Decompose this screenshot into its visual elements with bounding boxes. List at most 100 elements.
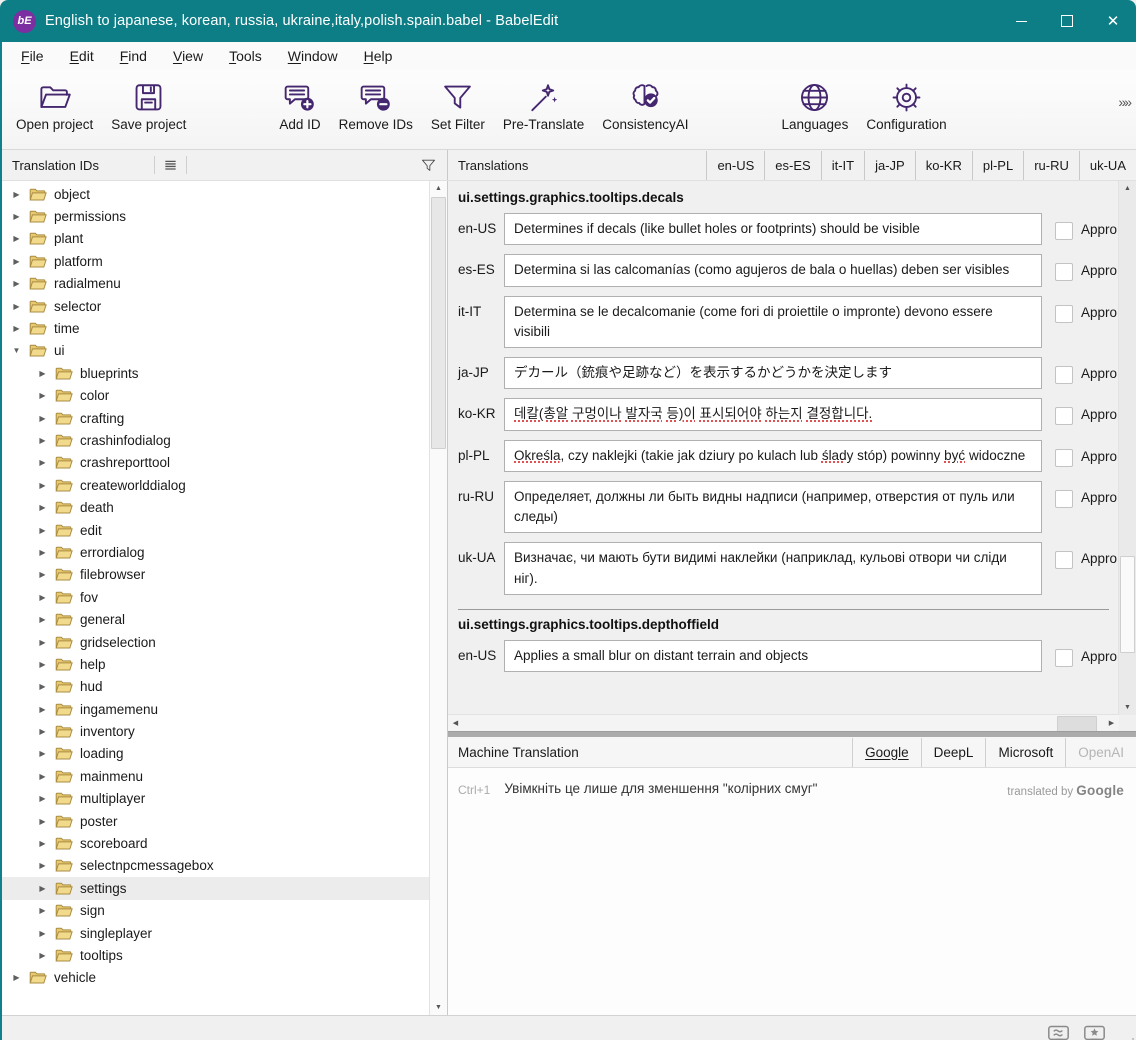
expand-arrow-icon[interactable]: ▶ bbox=[36, 458, 49, 467]
tree-item-filebrowser[interactable]: ▶filebrowser bbox=[0, 564, 430, 586]
tree-item-edit[interactable]: ▶edit bbox=[0, 519, 430, 541]
translation-input-en-us[interactable]: Applies a small blur on distant terrain … bbox=[504, 640, 1042, 672]
expand-arrow-icon[interactable]: ▶ bbox=[10, 279, 23, 288]
expand-arrow-icon[interactable]: ▶ bbox=[36, 436, 49, 445]
tree-item-general[interactable]: ▶general bbox=[0, 608, 430, 630]
mt-suggestion-text[interactable]: Увімкніть це лише для зменшення "колірни… bbox=[504, 781, 1007, 796]
approved-checkbox[interactable] bbox=[1055, 305, 1073, 323]
tree-item-selector[interactable]: ▶selector bbox=[0, 295, 430, 317]
approved-checkbox[interactable] bbox=[1055, 551, 1073, 569]
expand-arrow-icon[interactable]: ▶ bbox=[36, 638, 49, 647]
expand-arrow-icon[interactable]: ▶ bbox=[36, 503, 49, 512]
scroll-down-arrow-icon[interactable]: ▼ bbox=[1119, 700, 1136, 715]
language-tab-uk-ua[interactable]: uk-UA bbox=[1079, 151, 1136, 180]
scroll-left-arrow-icon[interactable]: ◀ bbox=[448, 715, 463, 731]
expand-arrow-icon[interactable]: ▶ bbox=[36, 794, 49, 803]
expand-arrow-icon[interactable]: ▶ bbox=[36, 727, 49, 736]
approved-checkbox[interactable] bbox=[1055, 222, 1073, 240]
tree-vertical-scrollbar[interactable]: ▲ ▼ bbox=[429, 181, 447, 1015]
approved-checkbox[interactable] bbox=[1055, 490, 1073, 508]
provider-tab-google[interactable]: Google bbox=[852, 738, 921, 767]
consistencyai-button[interactable]: ConsistencyAI bbox=[602, 78, 688, 132]
tree-item-loading[interactable]: ▶loading bbox=[0, 743, 430, 765]
expand-arrow-icon[interactable]: ▶ bbox=[10, 234, 23, 243]
language-tab-ko-kr[interactable]: ko-KR bbox=[915, 151, 972, 180]
expand-arrow-icon[interactable]: ▶ bbox=[36, 906, 49, 915]
feedback-icon[interactable] bbox=[1046, 1023, 1071, 1040]
expand-arrow-icon[interactable]: ▶ bbox=[36, 615, 49, 624]
tree-item-crashinfodialog[interactable]: ▶crashinfodialog bbox=[0, 429, 430, 451]
menu-item-tools[interactable]: Tools bbox=[216, 44, 275, 68]
tree-item-ingamemenu[interactable]: ▶ingamemenu bbox=[0, 698, 430, 720]
tree-item-blueprints[interactable]: ▶blueprints bbox=[0, 362, 430, 384]
menu-item-file[interactable]: File bbox=[8, 44, 57, 68]
scroll-right-arrow-icon[interactable]: ▶ bbox=[1104, 715, 1119, 731]
translation-input-it-it[interactable]: Determina se le decalcomanie (come fori … bbox=[504, 296, 1042, 349]
provider-tab-microsoft[interactable]: Microsoft bbox=[985, 738, 1065, 767]
language-tab-ja-jp[interactable]: ja-JP bbox=[864, 151, 915, 180]
translations-horizontal-scrollbar[interactable]: ◀ ▶ bbox=[448, 714, 1119, 731]
tree-item-fov[interactable]: ▶fov bbox=[0, 586, 430, 608]
translation-input-es-es[interactable]: Determina si las calcomanías (como aguje… bbox=[504, 254, 1042, 286]
tree-item-time[interactable]: ▶time bbox=[0, 317, 430, 339]
translation-input-uk-ua[interactable]: Визначає, чи мають бути видимі наклейки … bbox=[504, 542, 1042, 595]
expand-arrow-icon[interactable]: ▶ bbox=[36, 369, 49, 378]
expand-arrow-icon[interactable]: ▶ bbox=[10, 324, 23, 333]
tree-item-help[interactable]: ▶help bbox=[0, 653, 430, 675]
translation-input-ja-jp[interactable]: デカール（銃痕や足跡など）を表示するかどうかを決定します bbox=[504, 357, 1042, 389]
tree-item-inventory[interactable]: ▶inventory bbox=[0, 720, 430, 742]
approved-checkbox[interactable] bbox=[1055, 649, 1073, 667]
scroll-up-arrow-icon[interactable]: ▲ bbox=[1119, 181, 1136, 196]
approved-checkbox[interactable] bbox=[1055, 366, 1073, 384]
expand-arrow-icon[interactable]: ▶ bbox=[36, 570, 49, 579]
expand-arrow-icon[interactable]: ▶ bbox=[36, 839, 49, 848]
close-button[interactable]: ✕ bbox=[1090, 0, 1136, 42]
tree-item-settings[interactable]: ▶settings bbox=[0, 877, 430, 899]
configuration-button[interactable]: Configuration bbox=[866, 78, 946, 132]
approved-checkbox[interactable] bbox=[1055, 407, 1073, 425]
mt-suggestion-row[interactable]: Ctrl+1 Увімкніть це лише для зменшення "… bbox=[448, 768, 1136, 798]
language-tab-en-us[interactable]: en-US bbox=[706, 151, 764, 180]
expand-arrow-icon[interactable]: ▶ bbox=[36, 481, 49, 490]
tree-item-ui[interactable]: ▼ui bbox=[0, 340, 430, 362]
menu-item-window[interactable]: Window bbox=[275, 44, 351, 68]
expand-arrow-icon[interactable]: ▶ bbox=[36, 929, 49, 938]
expand-arrow-icon[interactable]: ▶ bbox=[36, 526, 49, 535]
add-id-button[interactable]: Add ID bbox=[279, 78, 320, 132]
tree-item-multiplayer[interactable]: ▶multiplayer bbox=[0, 788, 430, 810]
provider-tab-deepl[interactable]: DeepL bbox=[921, 738, 986, 767]
tree-item-mainmenu[interactable]: ▶mainmenu bbox=[0, 765, 430, 787]
tree-item-tooltips[interactable]: ▶tooltips bbox=[0, 944, 430, 966]
menu-item-view[interactable]: View bbox=[160, 44, 216, 68]
tree-scrollbar-thumb[interactable] bbox=[431, 197, 446, 449]
tree-item-createworlddialog[interactable]: ▶createworlddialog bbox=[0, 474, 430, 496]
horizontal-scrollbar-thumb[interactable] bbox=[1057, 716, 1097, 731]
translation-input-ko-kr[interactable]: 데칼(총알 구멍이나 발자국 등)이 표시되어야 하는지 결정합니다. bbox=[504, 398, 1042, 430]
tree-item-object[interactable]: ▶object bbox=[0, 183, 430, 205]
tree-item-plant[interactable]: ▶plant bbox=[0, 228, 430, 250]
menu-item-find[interactable]: Find bbox=[107, 44, 160, 68]
languages-button[interactable]: Languages bbox=[782, 78, 849, 132]
tree-item-singleplayer[interactable]: ▶singleplayer bbox=[0, 922, 430, 944]
tree-item-death[interactable]: ▶death bbox=[0, 496, 430, 518]
tree-item-crafting[interactable]: ▶crafting bbox=[0, 407, 430, 429]
expand-arrow-icon[interactable]: ▶ bbox=[36, 593, 49, 602]
expand-arrow-icon[interactable]: ▶ bbox=[36, 660, 49, 669]
language-tab-ru-ru[interactable]: ru-RU bbox=[1023, 151, 1079, 180]
save-project-button[interactable]: Save project bbox=[111, 78, 186, 132]
tree-item-color[interactable]: ▶color bbox=[0, 385, 430, 407]
expand-arrow-icon[interactable]: ▶ bbox=[10, 190, 23, 199]
tree-item-vehicle[interactable]: ▶vehicle bbox=[0, 967, 430, 989]
set-filter-button[interactable]: Set Filter bbox=[431, 78, 485, 132]
minimize-button[interactable] bbox=[998, 0, 1044, 42]
pre-translate-button[interactable]: Pre-Translate bbox=[503, 78, 584, 132]
tree-item-radialmenu[interactable]: ▶radialmenu bbox=[0, 273, 430, 295]
expand-arrow-icon[interactable]: ▶ bbox=[36, 414, 49, 423]
expand-arrow-icon[interactable]: ▶ bbox=[10, 302, 23, 311]
expand-arrow-icon[interactable]: ▶ bbox=[36, 817, 49, 826]
language-tab-pl-pl[interactable]: pl-PL bbox=[972, 151, 1023, 180]
tree-item-scoreboard[interactable]: ▶scoreboard bbox=[0, 832, 430, 854]
language-tab-es-es[interactable]: es-ES bbox=[764, 151, 820, 180]
collapse-arrow-icon[interactable]: ▼ bbox=[10, 346, 23, 355]
expand-arrow-icon[interactable]: ▶ bbox=[36, 548, 49, 557]
